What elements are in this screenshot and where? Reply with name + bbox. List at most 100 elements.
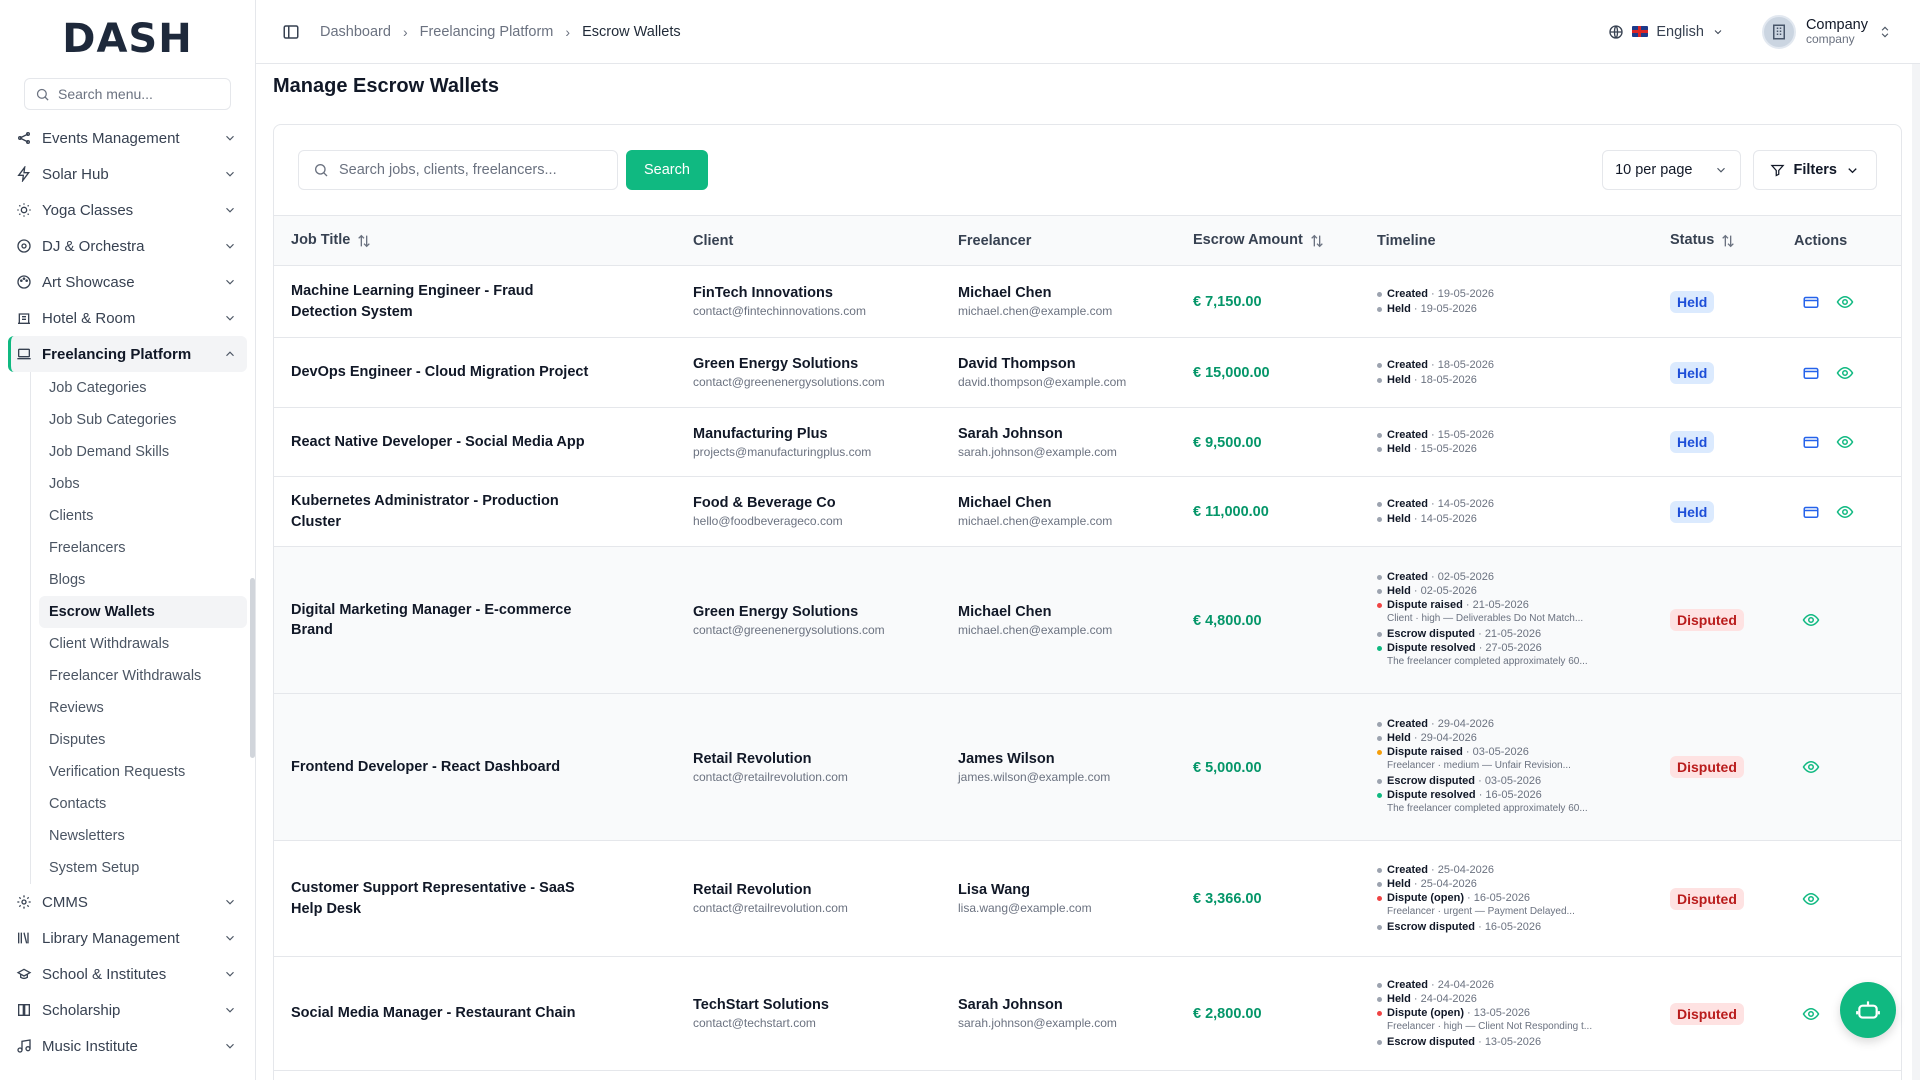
wallet-icon[interactable] (1802, 293, 1820, 311)
chevron-down-icon (226, 315, 234, 321)
status-badge: Disputed (1670, 1002, 1744, 1025)
job-title[interactable]: Digital Marketing Manager - E-commerce B… (291, 600, 601, 641)
table-row[interactable]: Customer Support Representative - SaaS H… (274, 840, 1901, 957)
sidebar-subitem-verification-requests[interactable]: Verification Requests (39, 756, 247, 788)
robot-icon (1856, 1001, 1880, 1019)
company-switcher[interactable]: Company company (1761, 14, 1892, 49)
sort-icon[interactable] (356, 233, 372, 249)
chevron-down-icon (1714, 29, 1722, 34)
job-title[interactable]: Machine Learning Engineer - Fraud Detect… (291, 281, 601, 322)
timeline-event: Held (1387, 373, 1411, 386)
freelancer-name: David Thompson (958, 356, 1076, 372)
filters-button[interactable]: Filters (1753, 150, 1877, 190)
view-eye-icon[interactable] (1802, 611, 1820, 629)
sidebar-subitem-job-sub-categories[interactable]: Job Sub Categories (39, 404, 247, 436)
sidebar-search-input[interactable]: Search menu... (24, 78, 231, 110)
sidebar-subitem-freelancers[interactable]: Freelancers (39, 532, 247, 564)
chevron-down-icon (226, 135, 234, 141)
sidebar-subitem-disputes[interactable]: Disputes (39, 724, 247, 756)
column-job-title[interactable]: Job Title (274, 216, 683, 266)
wallet-icon[interactable] (1802, 433, 1820, 451)
job-title[interactable]: Frontend Developer - React Dashboard (291, 757, 601, 777)
job-title[interactable]: React Native Developer - Social Media Ap… (291, 432, 601, 452)
page-scrollbar[interactable] (1912, 64, 1920, 1080)
sidebar-toggle-icon[interactable] (282, 23, 300, 41)
ai-assistant-button[interactable] (1840, 982, 1896, 1038)
sidebar-item-solar-hub[interactable]: Solar Hub (8, 156, 247, 192)
timeline-date: 21-05-2026 (1484, 628, 1542, 641)
sidebar-item-music-institute[interactable]: Music Institute (8, 1028, 247, 1064)
sidebar-item-childcare[interactable]: Childcare (8, 1064, 247, 1076)
view-eye-icon[interactable] (1836, 364, 1854, 382)
chevron-down-icon (226, 971, 234, 977)
sidebar-subitem-reviews[interactable]: Reviews (39, 692, 247, 724)
sidebar-subitem-blogs[interactable]: Blogs (39, 564, 247, 596)
sidebar-subitem-job-demand-skills[interactable]: Job Demand Skills (39, 436, 247, 468)
view-eye-icon[interactable] (1836, 433, 1854, 451)
sidebar-item-hotel-room[interactable]: Hotel & Room (8, 300, 247, 336)
sidebar-subitem-system-setup[interactable]: System Setup (39, 852, 247, 884)
table-row[interactable]: Kubernetes Administrator - Production Cl… (274, 476, 1901, 547)
sidebar-item-cmms[interactable]: CMMS (8, 884, 247, 920)
table-row[interactable]: Frontend Developer - React Dashboard Reta… (274, 693, 1901, 841)
table-row[interactable]: DevOps Engineer - Cloud Migration Projec… (274, 337, 1901, 408)
sidebar-scrollbar[interactable] (250, 578, 255, 758)
timeline-dot (1377, 574, 1382, 580)
sidebar-item-scholarship[interactable]: Scholarship (8, 992, 247, 1028)
sidebar-subitem-freelancer-withdrawals[interactable]: Freelancer Withdrawals (39, 660, 247, 692)
sort-icon[interactable] (1309, 233, 1325, 249)
search-icon (315, 164, 328, 177)
sort-icon[interactable] (1720, 233, 1736, 249)
job-title[interactable]: DevOps Engineer - Cloud Migration Projec… (291, 362, 601, 382)
main-content: Manage Escrow Wallets Search jobs, clien… (256, 64, 1920, 1080)
sidebar-subitem-jobs[interactable]: Jobs (39, 468, 247, 500)
sidebar-subitem-escrow-wallets[interactable]: Escrow Wallets (39, 596, 247, 628)
per-page-select[interactable]: 10 per page (1602, 150, 1742, 190)
wallet-icon[interactable] (1802, 364, 1820, 382)
column-status[interactable]: Status (1660, 216, 1784, 266)
escrow-amount: € 15,000.00 (1193, 365, 1270, 381)
client-email: contact@retailrevolution.com (693, 769, 848, 784)
table-row[interactable]: React Native Developer - Social Media Ap… (274, 407, 1901, 477)
sidebar-item-school-institutes[interactable]: School & Institutes (8, 956, 247, 992)
sidebar-item-dj-orchestra[interactable]: DJ & Orchestra (8, 228, 247, 264)
search-input[interactable]: Search jobs, clients, freelancers... (298, 150, 618, 190)
status-badge: Disputed (1670, 756, 1744, 778)
breadcrumb-current: Escrow Wallets (582, 23, 681, 40)
wallet-icon[interactable] (1802, 503, 1820, 521)
sidebar-subitem-newsletters[interactable]: Newsletters (39, 820, 247, 852)
column-escrow-amount[interactable]: Escrow Amount (1183, 216, 1367, 266)
job-title[interactable]: Social Media Manager - Restaurant Chain (291, 1003, 601, 1023)
language-selector[interactable]: English (1608, 24, 1724, 40)
view-eye-icon[interactable] (1802, 1005, 1820, 1023)
breadcrumb-freelancing-platform[interactable]: Freelancing Platform (420, 24, 554, 40)
sidebar-item-library-management[interactable]: Library Management (8, 920, 247, 956)
search-button[interactable]: Search (626, 150, 708, 190)
sidebar-subitem-clients[interactable]: Clients (39, 500, 247, 532)
breadcrumb-dashboard[interactable]: Dashboard (320, 24, 391, 40)
sidebar-item-yoga-classes[interactable]: Yoga Classes (8, 192, 247, 228)
timeline-entry: Held · 29-04-2026 (1377, 732, 1650, 744)
freelancer-email: lisa.wang@example.com (958, 901, 1092, 915)
timeline-date: 29-04-2026 (1437, 717, 1495, 730)
sidebar-subitem-client-withdrawals[interactable]: Client Withdrawals (39, 628, 247, 660)
timeline-date: 27-05-2026 (1485, 642, 1542, 655)
view-eye-icon[interactable] (1836, 503, 1854, 521)
view-eye-icon[interactable] (1802, 890, 1820, 908)
table-row[interactable]: Digital Marketing Manager - E-commerce B… (274, 546, 1901, 694)
timeline-event: Dispute raised (1387, 745, 1463, 758)
view-eye-icon[interactable] (1802, 758, 1820, 776)
sidebar-item-events-management[interactable]: Events Management (8, 120, 247, 156)
table-row[interactable]: Social Media Manager - Restaurant Chain T… (274, 956, 1901, 1071)
sidebar-item-freelancing-platform[interactable]: Freelancing Platform (8, 336, 247, 372)
job-title[interactable]: Customer Support Representative - SaaS H… (291, 878, 601, 919)
job-title[interactable]: Kubernetes Administrator - Production Cl… (291, 491, 601, 532)
sidebar-subitem-contacts[interactable]: Contacts (39, 788, 247, 820)
timeline-event: Held (1387, 877, 1411, 890)
sidebar-subitem-job-categories[interactable]: Job Categories (39, 372, 247, 404)
sidebar-item-art-showcase[interactable]: Art Showcase (8, 264, 247, 300)
timeline-dot (1377, 749, 1382, 755)
view-eye-icon[interactable] (1836, 293, 1854, 311)
table-row[interactable]: Machine Learning Engineer - Fraud Detect… (274, 265, 1901, 338)
logo[interactable]: DASH (0, 0, 255, 78)
